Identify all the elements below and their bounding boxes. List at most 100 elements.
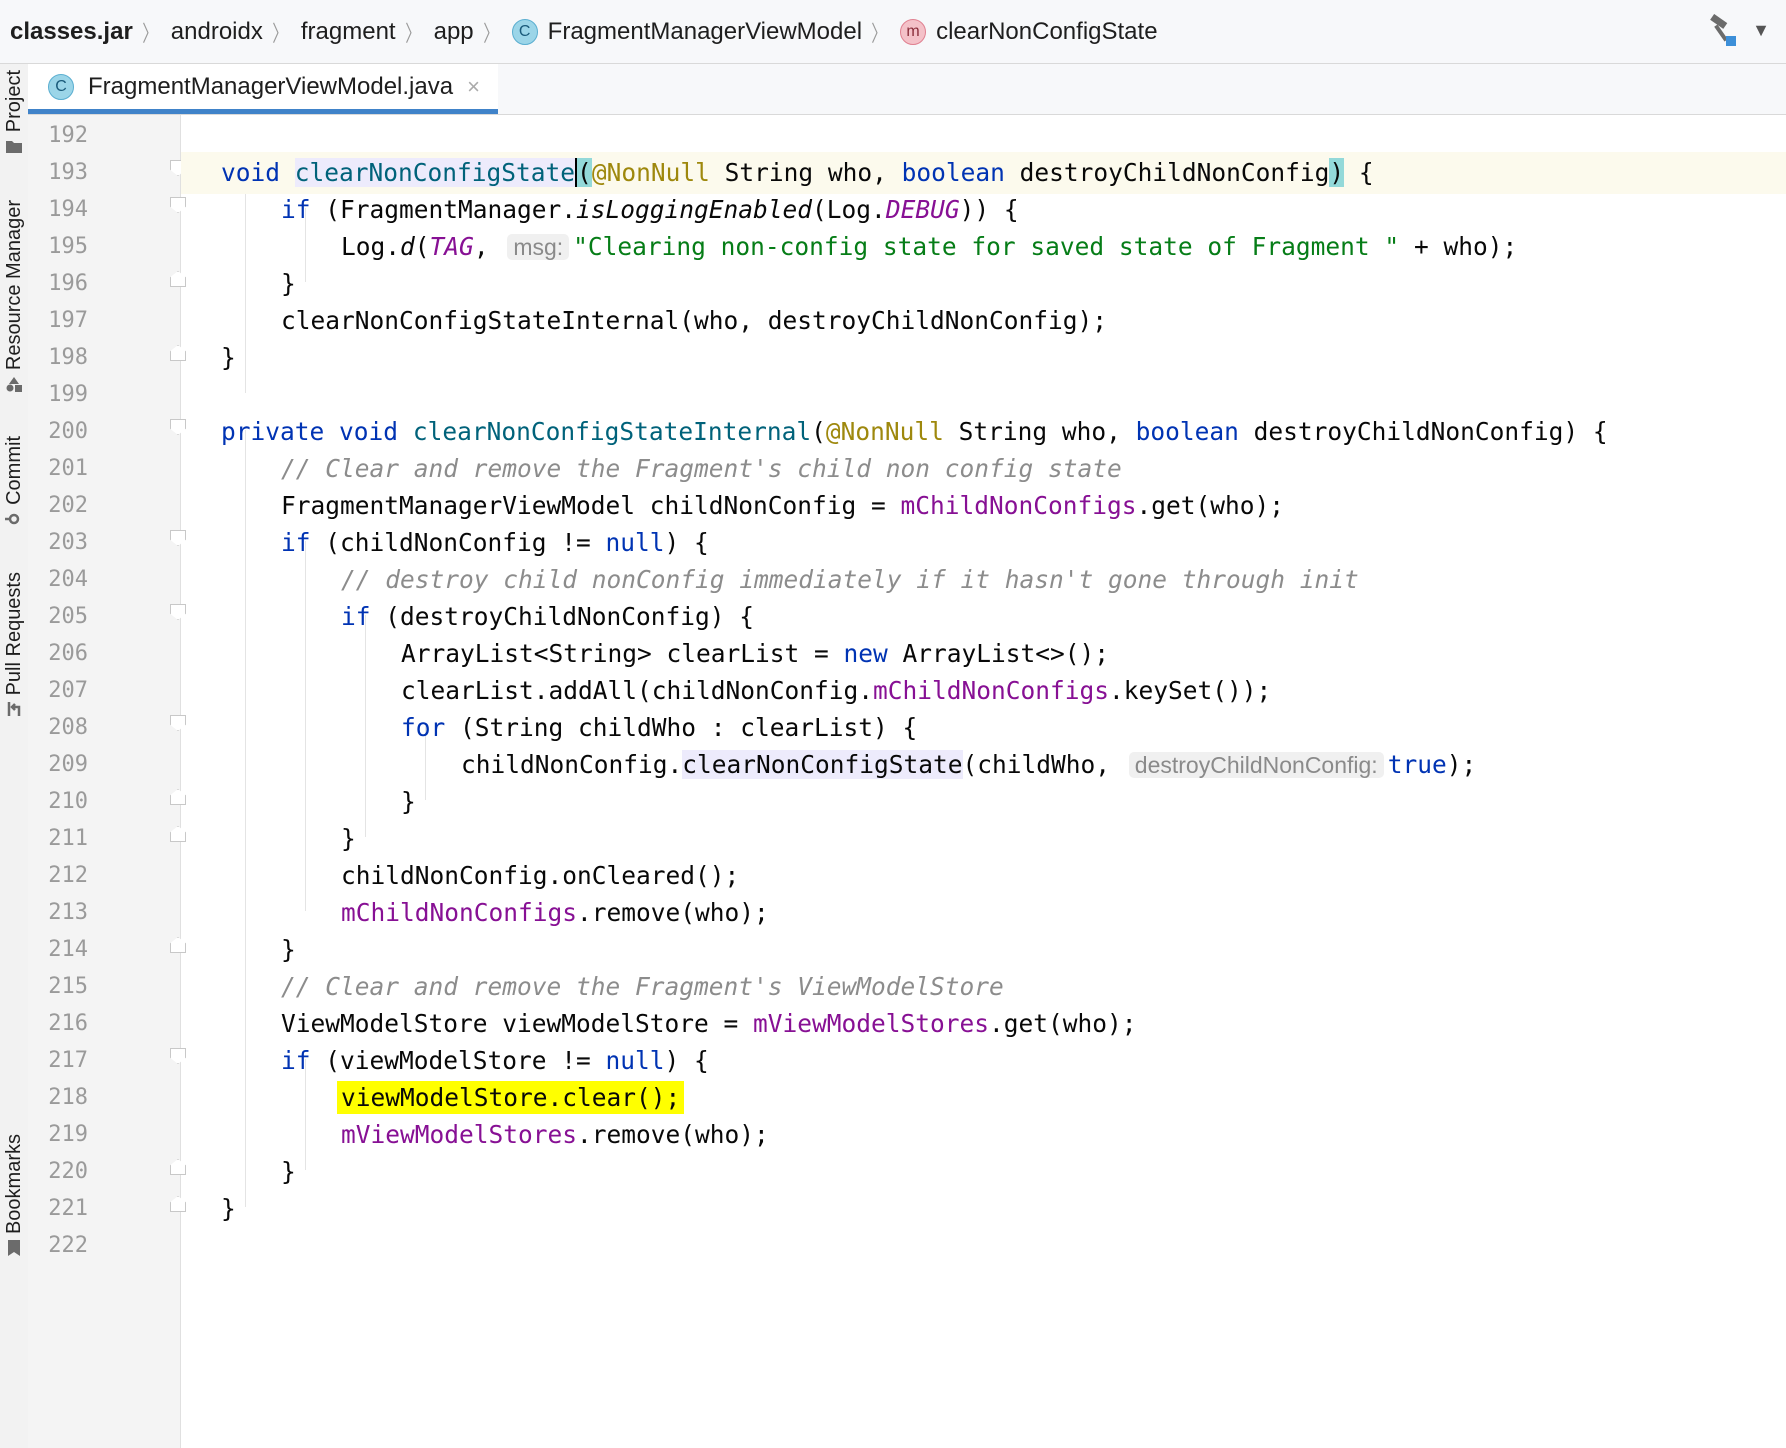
breadcrumb-separator: 〉 bbox=[871, 20, 887, 46]
class-icon: C bbox=[511, 18, 538, 45]
code-line-208: for (String childWho : clearList) { bbox=[401, 713, 918, 742]
line-number: 201 bbox=[48, 456, 88, 481]
code-line-221: } bbox=[221, 1194, 236, 1223]
chevron-down-icon[interactable]: ▼ bbox=[1752, 20, 1770, 41]
line-number: 205 bbox=[48, 604, 88, 629]
class-icon: C bbox=[48, 73, 74, 100]
code-line-193: void clearNonConfigState(@NonNull String… bbox=[181, 152, 1786, 194]
shapes-icon bbox=[6, 377, 22, 393]
code-line-195: Log.d(TAG, msg: "Clearing non-config stat… bbox=[341, 232, 1518, 261]
code-editor[interactable]: 192 193 194 195 196 197 198 199 200 201 … bbox=[28, 115, 1786, 1448]
close-icon[interactable]: × bbox=[467, 74, 480, 100]
line-number: 215 bbox=[48, 974, 88, 999]
line-number: 207 bbox=[48, 678, 88, 703]
code-line-196: } bbox=[281, 269, 296, 298]
line-number: 218 bbox=[48, 1085, 88, 1110]
code-line-211: } bbox=[341, 824, 356, 853]
commit-icon bbox=[5, 513, 20, 525]
breadcrumb-item-method[interactable]: m clearNonConfigState bbox=[900, 0, 1158, 64]
code-line-216: ViewModelStore viewModelStore = mViewMod… bbox=[281, 1009, 1137, 1038]
breadcrumb-item-fragment[interactable]: fragment bbox=[301, 0, 396, 64]
breadcrumb-separator: 〉 bbox=[404, 20, 421, 46]
line-number: 216 bbox=[48, 1011, 88, 1036]
toolbar-right: ▼ bbox=[1706, 13, 1770, 46]
line-number: 209 bbox=[48, 752, 88, 777]
line-number-gutter: 192 193 194 195 196 197 198 199 200 201 … bbox=[28, 115, 186, 1448]
method-icon: m bbox=[900, 18, 927, 45]
code-area[interactable]: void clearNonConfigState(@NonNull String… bbox=[181, 115, 1786, 1448]
line-number: 208 bbox=[48, 715, 88, 740]
line-number: 212 bbox=[48, 863, 88, 888]
line-number: 221 bbox=[48, 1196, 88, 1221]
line-number: 193 bbox=[48, 160, 88, 185]
tool-tab-bookmarks[interactable]: Bookmarks bbox=[0, 1134, 28, 1257]
parameter-hint: destroyChildNonConfig: bbox=[1128, 752, 1384, 778]
breadcrumb: classes.jar 〉 androidx 〉 fragment 〉 app … bbox=[0, 0, 1786, 64]
code-line-194: if (FragmentManager.isLoggingEnabled(Log… bbox=[281, 195, 1019, 224]
code-line-205: if (destroyChildNonConfig) { bbox=[341, 602, 755, 631]
line-number: 197 bbox=[48, 308, 88, 333]
line-number: 214 bbox=[48, 937, 88, 962]
line-number: 220 bbox=[48, 1159, 88, 1184]
code-line-220: } bbox=[281, 1157, 296, 1186]
breadcrumb-item-androidx[interactable]: androidx bbox=[171, 0, 263, 64]
code-line-202: FragmentManagerViewModel childNonConfig … bbox=[281, 491, 1285, 520]
breadcrumb-separator: 〉 bbox=[272, 20, 288, 46]
code-line-198: } bbox=[221, 343, 236, 372]
line-number: 210 bbox=[48, 789, 88, 814]
parameter-hint: msg: bbox=[507, 234, 570, 260]
line-number: 211 bbox=[48, 826, 88, 851]
line-number: 222 bbox=[48, 1233, 88, 1258]
pull-request-icon bbox=[7, 702, 21, 717]
line-number: 199 bbox=[48, 382, 88, 407]
code-line-204: // destroy child nonConfig immediately i… bbox=[341, 565, 1359, 594]
build-hammer-icon[interactable] bbox=[1706, 13, 1738, 46]
code-line-209: childNonConfig.clearNonConfigState(child… bbox=[461, 750, 1477, 779]
line-number: 200 bbox=[48, 419, 88, 444]
code-line-218: viewModelStore.clear(); bbox=[181, 1077, 1786, 1119]
line-number: 219 bbox=[48, 1122, 88, 1147]
code-line-206: ArrayList<String> clearList = new ArrayL… bbox=[401, 639, 1110, 668]
code-line-197: clearNonConfigStateInternal(who, destroy… bbox=[281, 306, 1108, 335]
line-number: 194 bbox=[48, 197, 88, 222]
line-number: 217 bbox=[48, 1048, 88, 1073]
line-number: 192 bbox=[48, 123, 88, 148]
highlighted-code: viewModelStore.clear(); bbox=[337, 1081, 685, 1114]
code-line-212: childNonConfig.onCleared(); bbox=[341, 861, 740, 890]
tool-tab-pull-requests[interactable]: Pull Requests bbox=[0, 572, 28, 717]
breadcrumb-item-app[interactable]: app bbox=[434, 0, 474, 64]
breadcrumb-item-class[interactable]: C FragmentManagerViewModel bbox=[511, 0, 862, 64]
tab-fragment-manager-view-model[interactable]: C FragmentManagerViewModel.java × bbox=[28, 64, 498, 114]
line-number: 198 bbox=[48, 345, 88, 370]
code-line-203: if (childNonConfig != null) { bbox=[281, 528, 709, 557]
code-line-215: // Clear and remove the Fragment's ViewM… bbox=[281, 972, 1004, 1001]
code-line-207: clearList.addAll(childNonConfig.mChildNo… bbox=[401, 676, 1272, 705]
tab-filename: FragmentManagerViewModel.java bbox=[88, 72, 454, 100]
line-number: 195 bbox=[48, 234, 88, 259]
line-number: 202 bbox=[48, 493, 88, 518]
tool-tab-project[interactable]: Project bbox=[0, 70, 28, 154]
code-line-217: if (viewModelStore != null) { bbox=[281, 1046, 709, 1075]
editor-tab-bar: C FragmentManagerViewModel.java × bbox=[28, 64, 1786, 115]
code-line-214: } bbox=[281, 935, 296, 964]
breadcrumb-separator: 〉 bbox=[482, 20, 499, 46]
line-number: 213 bbox=[48, 900, 88, 925]
code-line-210: } bbox=[401, 787, 416, 816]
code-line-201: // Clear and remove the Fragment's child… bbox=[281, 454, 1122, 483]
line-number: 203 bbox=[48, 530, 88, 555]
code-line-213: mChildNonConfigs.remove(who); bbox=[341, 898, 769, 927]
bookmark-icon bbox=[8, 1240, 20, 1257]
tool-tab-commit[interactable]: Commit bbox=[0, 436, 28, 527]
line-number: 206 bbox=[48, 641, 88, 666]
line-number: 204 bbox=[48, 567, 88, 592]
left-tool-strip: Project Resource Manager Commit Pull Req… bbox=[0, 64, 29, 1448]
code-line-200: private void clearNonConfigStateInternal… bbox=[221, 417, 1608, 446]
tool-tab-resource-manager[interactable]: Resource Manager bbox=[0, 200, 28, 393]
breadcrumb-separator: 〉 bbox=[142, 20, 158, 46]
breadcrumb-item-classes-jar[interactable]: classes.jar bbox=[10, 0, 133, 64]
line-number: 196 bbox=[48, 271, 88, 296]
code-line-219: mViewModelStores.remove(who); bbox=[341, 1120, 769, 1149]
